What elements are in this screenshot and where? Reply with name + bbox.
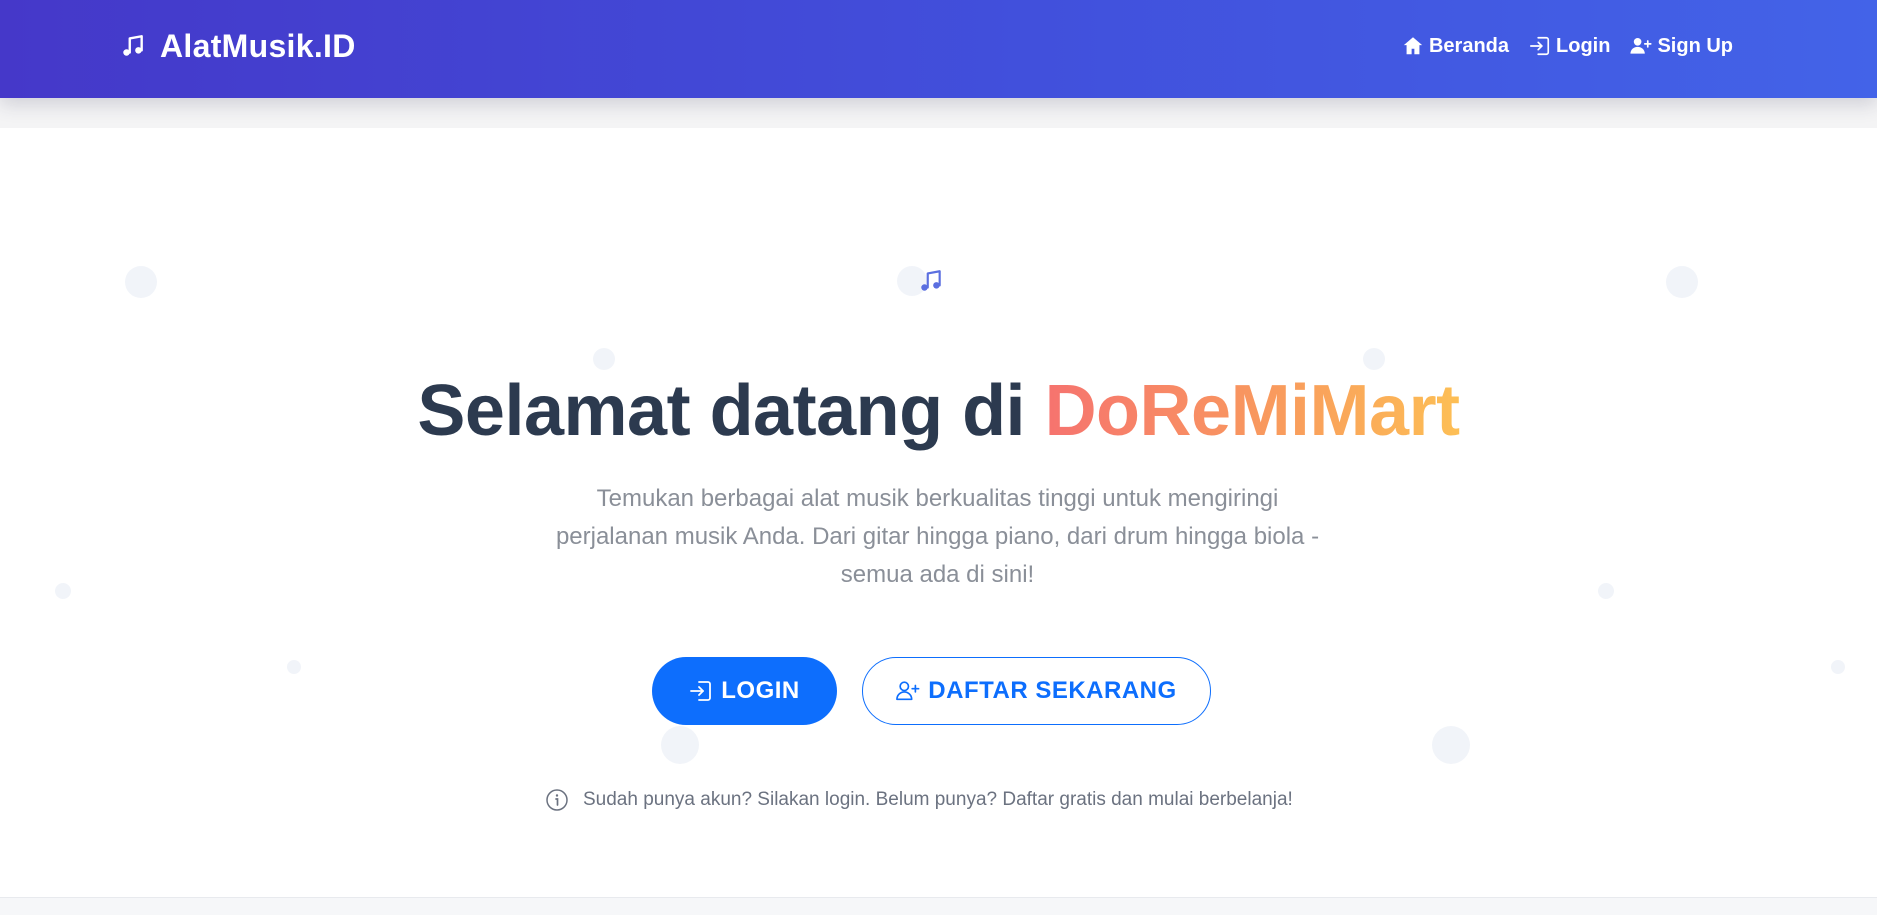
- hero-actions: LOGIN DAFTAR SEKARANG: [652, 657, 1211, 725]
- user-plus-icon: [896, 679, 920, 703]
- decorative-dot: [125, 266, 157, 298]
- music-note-icon: [120, 33, 146, 59]
- navbar-shadow-band: [0, 98, 1877, 128]
- decorative-dot: [593, 348, 615, 370]
- nav-link-login[interactable]: Login: [1529, 35, 1610, 58]
- register-button[interactable]: DAFTAR SEKARANG: [862, 657, 1211, 725]
- home-icon: [1402, 35, 1424, 57]
- hero-title-brand: DoReMiMart: [1044, 371, 1461, 451]
- hero-title: Selamat datang di DoReMiMart: [0, 368, 1877, 454]
- login-button[interactable]: LOGIN: [652, 657, 837, 725]
- nav-link-label: Beranda: [1428, 34, 1510, 57]
- hero-section: Selamat datang di DoReMiMart Temukan ber…: [0, 128, 1877, 898]
- nav-links: Beranda Login Sign Up: [1402, 30, 1733, 62]
- register-button-label: DAFTAR SEKARANG: [928, 677, 1177, 704]
- nav-link-label: Sign Up: [1657, 34, 1733, 57]
- decorative-dot: [1363, 348, 1385, 370]
- account-hint: Sudah punya akun? Silakan login. Belum p…: [545, 788, 1293, 812]
- decorative-dot: [1432, 726, 1470, 764]
- user-plus-icon: [1630, 35, 1653, 57]
- login-button-label: LOGIN: [721, 677, 800, 704]
- hero-description: Temukan berbagai alat musik berkualitas …: [555, 485, 1320, 588]
- decorative-dot: [1598, 583, 1614, 599]
- login-icon: [689, 679, 713, 703]
- info-icon: [545, 788, 569, 812]
- decorative-dot: [55, 583, 71, 599]
- navbar: AlatMusik.ID Beranda Login Sign Up: [0, 0, 1877, 98]
- nav-link-beranda[interactable]: Beranda: [1402, 35, 1509, 58]
- nav-link-label: Login: [1556, 34, 1611, 57]
- brand-link[interactable]: AlatMusik.ID: [120, 26, 356, 66]
- decorative-dot: [1666, 266, 1698, 298]
- decorative-dot: [1831, 660, 1845, 674]
- hero-title-prefix: Selamat datang di: [417, 371, 1045, 451]
- music-note-icon: [918, 268, 944, 294]
- account-hint-text: Sudah punya akun? Silakan login. Belum p…: [583, 789, 1293, 810]
- decorative-dot: [661, 726, 699, 764]
- brand-name: AlatMusik.ID: [160, 27, 356, 64]
- decorative-dot: [287, 660, 301, 674]
- login-icon: [1529, 35, 1551, 57]
- nav-link-signup[interactable]: Sign Up: [1630, 35, 1733, 58]
